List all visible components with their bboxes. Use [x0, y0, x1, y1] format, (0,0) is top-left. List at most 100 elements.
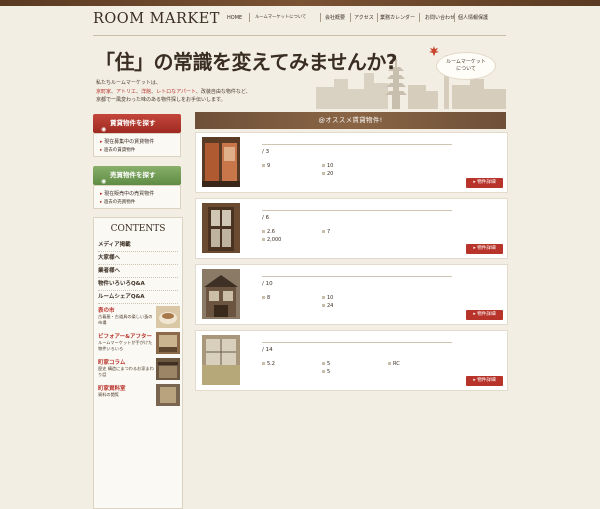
sale-search-button[interactable]: ◉ 売買物件を探す	[93, 166, 181, 185]
feature-title: 表の市	[98, 308, 115, 314]
title-underline	[262, 342, 452, 343]
rent-search-label: 賃貸物件を探す	[110, 119, 156, 127]
title-underline	[262, 276, 452, 277]
feature-subtitle: 資料の閲覧	[98, 392, 119, 397]
property-rent: / 3	[262, 149, 270, 155]
nav-home[interactable]: HOME	[227, 14, 242, 22]
hero-link-machiya[interactable]: 京町家	[96, 89, 111, 95]
recommended-rentals-heading: @オススメ賃貸物件!	[195, 112, 506, 129]
property-card: / 10 8 10 24 ▸ 物件詳細	[195, 264, 508, 325]
hero-banner: 「住」の常識を変えてみませんか? 私たちルームマーケットは、 京町家、アトリエ、…	[93, 37, 506, 109]
property-card: / 6 2.6 7 2,000 ▸ 物件詳細	[195, 198, 508, 259]
contents-menu: CONTENTS メディア掲載 大家様へ 業者様へ 物件いろいろQ&A ルームシ…	[93, 217, 183, 509]
property-card: / 3 9 10 20 ▸ 物件詳細	[195, 132, 508, 193]
feature-subtitle: 歴史 構造にまつわるお家まわり話	[98, 366, 154, 377]
sale-current-label: 現在販売中の売買物件	[104, 191, 155, 197]
property-field: 2.6	[262, 229, 275, 235]
detail-label: 物件詳細	[477, 246, 496, 251]
sale-links-box: ▸ 現在販売中の売買物件 ▸ 過去の売買物件	[93, 185, 181, 209]
property-card: / 14 5.2 5 RC 5 ▸ 物件詳細	[195, 330, 508, 391]
feature-subtitle: ルームマーケットが手がけた物件いろいろ	[98, 340, 153, 351]
property-detail-button[interactable]: ▸ 物件詳細	[466, 310, 503, 320]
property-rent: / 10	[262, 281, 273, 287]
menu-item-media[interactable]: メディア掲載	[98, 239, 178, 252]
menu-item-landlords[interactable]: 大家様へ	[98, 252, 178, 265]
rent-current-link[interactable]: ▸ 現在募集中の賃貸物件	[100, 138, 154, 145]
hero-text-rest: 、改装自由な物件など、	[195, 88, 251, 95]
property-field: 5.2	[262, 361, 275, 367]
property-detail-button[interactable]: ▸ 物件詳細	[466, 376, 503, 386]
detail-label: 物件詳細	[477, 312, 496, 317]
feature-title: 町家コラム	[98, 360, 126, 366]
hero-link-western-house[interactable]: 洋館	[141, 89, 151, 95]
hero-text-line: 私たちルームマーケットは、	[96, 80, 161, 86]
property-field: 2,000	[262, 237, 281, 243]
rent-past-label: 過去の賃貸物件	[103, 148, 136, 153]
sale-current-link[interactable]: ▸ 現在販売中の売買物件	[100, 190, 154, 197]
property-field: 24	[322, 303, 333, 309]
hero-description: 私たちルームマーケットは、 京町家、アトリエ、洋館、レトロなアパート、改装自由な…	[96, 79, 251, 105]
detail-label: 物件詳細	[477, 378, 496, 383]
nav-separator	[454, 13, 455, 22]
feature-subtitle: 古着屋・古道具の楽しい蚤の市場	[98, 314, 153, 325]
property-detail-button[interactable]: ▸ 物件詳細	[466, 244, 503, 254]
title-underline	[262, 144, 452, 145]
nav-access[interactable]: アクセス	[354, 14, 374, 22]
hero-text-line: 京町家、アトリエ、洋館、レトロなアパート、改装自由な物件など、	[96, 88, 251, 97]
townhouse-photo	[156, 358, 180, 380]
property-field: 10	[322, 295, 333, 301]
contents-heading: CONTENTS	[110, 224, 166, 234]
property-rent: / 6	[262, 215, 270, 221]
feature-omote-market[interactable]: 表の市 古着屋・古道具の楽しい蚤の市場	[98, 306, 180, 328]
property-field: 5	[322, 369, 330, 375]
top-wood-strip	[0, 0, 600, 6]
hero-link-retro-apartment[interactable]: レトロなアパート	[156, 89, 196, 95]
hero-title: 「住」の常識を変えてみませんか?	[95, 50, 398, 74]
archive-photo	[156, 384, 180, 406]
sale-past-link[interactable]: ▸ 過去の売買物件	[100, 199, 135, 205]
feature-machiya-archive[interactable]: 町家資料室 資料の閲覧	[98, 384, 180, 406]
title-underline	[262, 210, 452, 211]
badge-text: ルームマーケット	[446, 59, 486, 65]
property-field: RC	[388, 361, 400, 367]
header-divider	[93, 35, 506, 36]
top-nav: HOME ルームマーケットについて 会社概要 アクセス 業務カレンダー お問い合…	[222, 13, 512, 28]
menu-item-property-qa[interactable]: 物件いろいろQ&A	[98, 278, 178, 291]
feature-machiya-column[interactable]: 町家コラム 歴史 構造にまつわるお家まわり話	[98, 358, 180, 380]
property-photo-door[interactable]	[202, 203, 240, 253]
sale-search-label: 売買物件を探す	[110, 171, 156, 179]
badge-text: について	[456, 66, 476, 72]
property-photo-exterior[interactable]	[202, 269, 240, 319]
property-field: 10	[322, 163, 333, 169]
rent-past-link[interactable]: ▸ 過去の賃貸物件	[100, 147, 135, 153]
nav-about[interactable]: ルームマーケットについて	[255, 14, 306, 22]
nav-separator	[320, 13, 321, 22]
property-photo-interior[interactable]	[202, 137, 240, 187]
rent-search-button[interactable]: ◉ 賃貸物件を探す	[93, 114, 181, 133]
nav-separator	[377, 13, 378, 22]
nav-privacy[interactable]: 個人情報保護	[458, 14, 488, 22]
menu-item-roomshare-qa[interactable]: ルームシェアQ&A	[98, 291, 178, 304]
feature-title: 町家資料室	[98, 386, 126, 392]
nav-calendar[interactable]: 業務カレンダー	[380, 14, 415, 22]
property-photo-tatami-room[interactable]	[202, 335, 240, 385]
about-badge-button[interactable]: ルームマーケット について	[436, 52, 496, 80]
rent-current-label: 現在募集中の賃貸物件	[104, 139, 155, 145]
menu-item-agents[interactable]: 業者様へ	[98, 265, 178, 278]
property-field: 20	[322, 171, 333, 177]
feature-title: ビフォアー&アフター	[98, 334, 152, 340]
site-logo[interactable]: ROOM MARKET	[93, 11, 220, 27]
detail-label: 物件詳細	[477, 180, 496, 185]
nav-separator	[249, 13, 250, 22]
property-field: 5	[322, 361, 330, 367]
hero-link-atelier[interactable]: アトリエ	[116, 89, 136, 95]
nav-separator	[350, 13, 351, 22]
property-field: 9	[262, 163, 270, 169]
maple-leaf-icon	[429, 46, 439, 56]
nav-contact[interactable]: お問い合わせ	[425, 14, 455, 22]
bowl-photo	[156, 306, 180, 328]
property-detail-button[interactable]: ▸ 物件詳細	[466, 178, 503, 188]
property-field: 7	[322, 229, 330, 235]
nav-company[interactable]: 会社概要	[325, 14, 345, 22]
feature-before-after[interactable]: ビフォアー&アフター ルームマーケットが手がけた物件いろいろ	[98, 332, 180, 354]
